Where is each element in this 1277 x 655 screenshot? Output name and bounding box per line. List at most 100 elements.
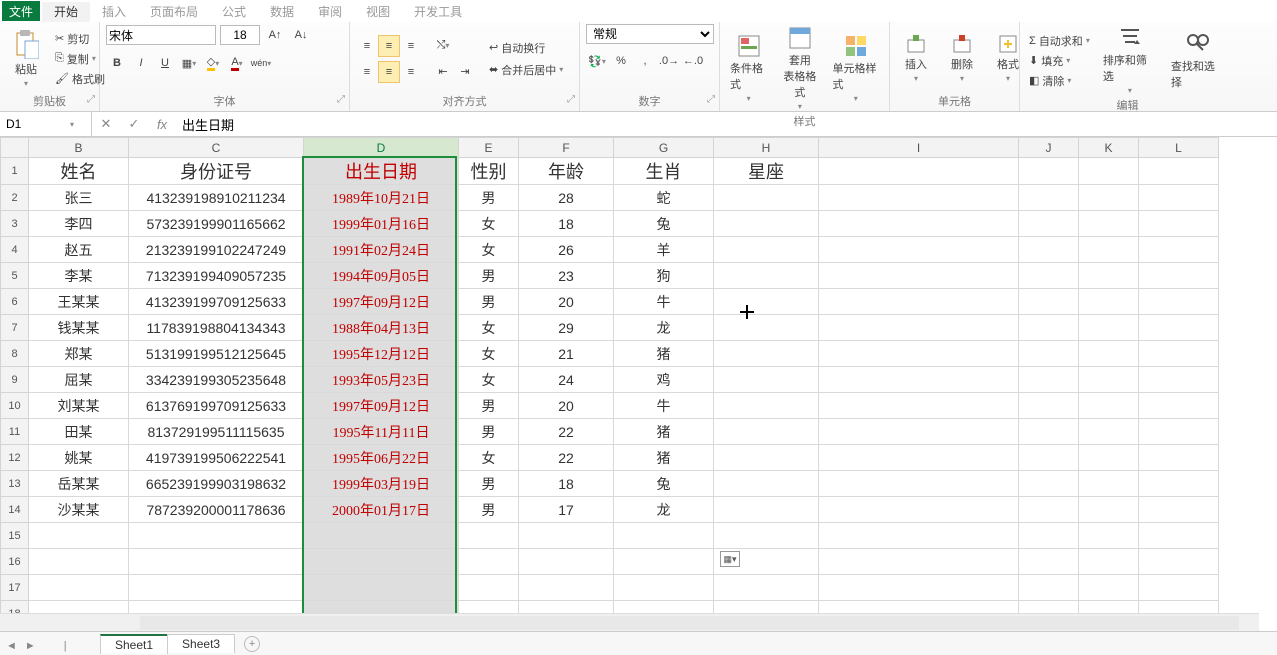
cell[interactable] (714, 497, 819, 523)
enter-formula-button[interactable]: ✓ (120, 116, 148, 132)
cell[interactable]: 张三 (29, 185, 129, 211)
row-header[interactable]: 11 (1, 419, 29, 445)
cell[interactable] (1019, 575, 1079, 601)
cell[interactable]: 813729199511115635 (129, 419, 304, 445)
cell[interactable] (819, 367, 1019, 393)
cell[interactable] (1139, 497, 1219, 523)
cell[interactable] (819, 263, 1019, 289)
align-right-button[interactable]: ≡ (400, 61, 422, 83)
cell[interactable]: 屈某 (29, 367, 129, 393)
cell[interactable] (819, 158, 1019, 185)
cell[interactable]: 猪 (614, 445, 714, 471)
cell[interactable]: 28 (519, 185, 614, 211)
cell[interactable] (1019, 263, 1079, 289)
cell[interactable] (819, 393, 1019, 419)
ribbon-tab[interactable]: 审阅 (306, 2, 354, 22)
cell[interactable]: 213239199102247249 (129, 237, 304, 263)
column-header[interactable]: E (459, 138, 519, 158)
cell[interactable] (519, 523, 614, 549)
cell[interactable] (1019, 549, 1079, 575)
cell[interactable] (1079, 263, 1139, 289)
cell[interactable]: 20 (519, 393, 614, 419)
cell[interactable] (1139, 575, 1219, 601)
horizontal-scrollbar[interactable] (0, 613, 1259, 631)
worksheet-grid[interactable]: BCDEFGHIJKL1姓名身份证号出生日期性别年龄生肖星座2张三4132391… (0, 137, 1277, 627)
cell[interactable]: 出生日期 (304, 158, 459, 185)
column-header[interactable]: F (519, 138, 614, 158)
cancel-formula-button[interactable]: ✕ (92, 116, 120, 132)
cell[interactable] (1019, 445, 1079, 471)
row-header[interactable]: 13 (1, 471, 29, 497)
fx-button[interactable]: fx (148, 117, 176, 132)
merge-center-button[interactable]: ⬌合并后居中▾ (486, 61, 566, 79)
sheet-nav-arrows[interactable]: ◄►| (6, 640, 67, 652)
cell[interactable] (1139, 549, 1219, 575)
paste-button[interactable]: 粘贴▾ (6, 27, 46, 90)
cell[interactable]: 女 (459, 315, 519, 341)
cell[interactable] (819, 419, 1019, 445)
accounting-button[interactable]: 💱▾ (586, 50, 608, 72)
cell[interactable]: 20 (519, 289, 614, 315)
cell[interactable]: 星座 (714, 158, 819, 185)
cell[interactable] (1139, 237, 1219, 263)
cell[interactable] (714, 237, 819, 263)
fill-button[interactable]: ⬇填充▾ (1026, 52, 1093, 70)
cell[interactable]: 女 (459, 211, 519, 237)
ribbon-tab[interactable]: 插入 (90, 2, 138, 22)
cell[interactable]: 1994年09月05日 (304, 263, 459, 289)
cell[interactable] (1139, 185, 1219, 211)
cell[interactable] (1139, 445, 1219, 471)
cell[interactable]: 1999年01月16日 (304, 211, 459, 237)
cell[interactable]: 21 (519, 341, 614, 367)
cell[interactable] (1079, 393, 1139, 419)
cell[interactable] (714, 263, 819, 289)
delete-cells-button[interactable]: 删除▾ (942, 32, 982, 85)
cell[interactable]: 413239199709125633 (129, 289, 304, 315)
cell[interactable] (1019, 185, 1079, 211)
name-box[interactable]: ▾ (0, 112, 92, 136)
cell[interactable] (1139, 523, 1219, 549)
clear-button[interactable]: ◧清除▾ (1026, 72, 1093, 90)
cell[interactable] (819, 289, 1019, 315)
cell-styles-button[interactable]: 单元格样式▾ (828, 32, 883, 105)
number-format-combo[interactable]: 常规 (586, 24, 714, 44)
conditional-format-button[interactable]: 条件格式▾ (726, 32, 771, 105)
cell[interactable]: 787239200001178636 (129, 497, 304, 523)
cell[interactable] (1019, 367, 1079, 393)
cell[interactable] (459, 549, 519, 575)
insert-cells-button[interactable]: 插入▾ (896, 32, 936, 85)
cell[interactable] (459, 575, 519, 601)
cell[interactable]: 钱某某 (29, 315, 129, 341)
cell[interactable]: 334239199305235648 (129, 367, 304, 393)
cell[interactable] (1019, 315, 1079, 341)
row-header[interactable]: 9 (1, 367, 29, 393)
orientation-button[interactable]: ⤭▾ (432, 35, 454, 57)
cell[interactable] (129, 575, 304, 601)
cell[interactable]: 713239199409057235 (129, 263, 304, 289)
cell[interactable]: 身份证号 (129, 158, 304, 185)
row-header[interactable]: 3 (1, 211, 29, 237)
cell[interactable]: 姚某 (29, 445, 129, 471)
column-header[interactable]: D (304, 138, 459, 158)
autosum-button[interactable]: Σ自动求和▾ (1026, 32, 1093, 50)
align-left-button[interactable]: ≡ (356, 61, 378, 83)
cell[interactable]: 1997年09月12日 (304, 393, 459, 419)
cell[interactable] (819, 575, 1019, 601)
bold-button[interactable]: B (106, 52, 128, 74)
dialog-launcher-icon[interactable]: ⤢ (337, 91, 345, 109)
cell[interactable] (714, 419, 819, 445)
cell[interactable]: 王某某 (29, 289, 129, 315)
cell[interactable]: 女 (459, 237, 519, 263)
cell[interactable]: 1993年05月23日 (304, 367, 459, 393)
cell[interactable] (29, 549, 129, 575)
column-header[interactable]: B (29, 138, 129, 158)
sheet-tab[interactable]: Sheet3 (167, 634, 235, 653)
ribbon-tab[interactable]: 开始 (42, 2, 90, 22)
cell[interactable] (1139, 211, 1219, 237)
cell[interactable]: 1999年03月19日 (304, 471, 459, 497)
increase-decimal-button[interactable]: .0→ (658, 50, 680, 72)
cell[interactable] (1079, 237, 1139, 263)
cell[interactable] (714, 211, 819, 237)
cell[interactable] (1139, 289, 1219, 315)
cell[interactable] (1139, 341, 1219, 367)
